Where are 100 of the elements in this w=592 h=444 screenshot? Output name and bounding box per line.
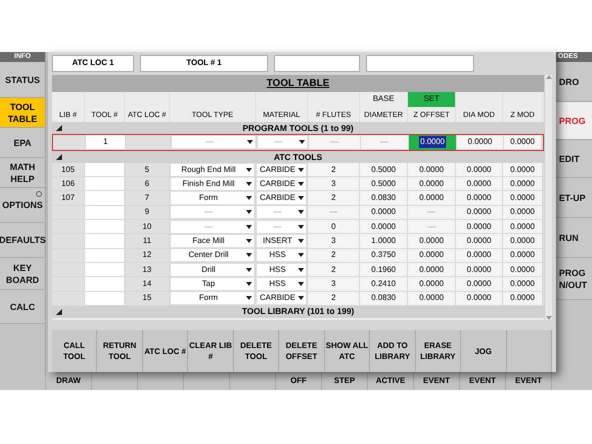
sidebar-button[interactable]: OPTIONS — [0, 188, 45, 223]
collapse-triangle-icon[interactable] — [56, 124, 62, 131]
table-cell — [85, 292, 125, 306]
sidebar-button[interactable]: MATH HELP — [0, 158, 45, 188]
z-offset-field[interactable]: 0.0000 — [409, 134, 457, 150]
toolbar-button[interactable]: DELETE TOOL — [234, 330, 280, 372]
tool-type-dropdown[interactable]: Rough End Mill — [171, 164, 254, 176]
table-cell: 0 — [308, 220, 360, 234]
sidebar-button[interactable]: STATUS — [0, 62, 45, 98]
dropdown-arrow-icon[interactable] — [246, 268, 252, 272]
dropdown-arrow-icon[interactable] — [246, 196, 252, 200]
dropdown-arrow-icon[interactable] — [246, 210, 252, 214]
dropdown-arrow-icon[interactable] — [298, 210, 304, 214]
section-bar[interactable]: PROGRAM TOOLS (1 to 99) — [52, 122, 544, 134]
table-cell: 0.0000 — [503, 292, 543, 306]
dropdown-arrow-icon[interactable] — [246, 296, 252, 300]
table-cell: — — [408, 206, 456, 220]
table-row[interactable]: 15 Form CARBIDE 2 0.0830 0.0000 0.0000 0.0000 — [52, 292, 544, 306]
selected-table-row[interactable]: 1 — — — — 0.0000 0.0000 0.0000 — [52, 134, 544, 151]
table-cell: 1.0000 — [360, 234, 408, 249]
material-dropdown[interactable]: HSS — [257, 278, 306, 290]
set-button[interactable]: SET — [408, 92, 456, 107]
mode-button[interactable]: ET-UP — [554, 178, 592, 218]
dropdown-arrow-icon[interactable] — [298, 239, 304, 243]
table-cell: 5 — [125, 162, 170, 178]
sidebar-button[interactable]: KEY BOARD — [0, 258, 45, 290]
table-row[interactable]: 14 Tap HSS 3 0.2410 0.0000 0.0000 0.0000 — [52, 277, 544, 292]
section-bar[interactable]: TOOL LIBRARY (101 to 199) — [52, 306, 544, 318]
dropdown-arrow-icon[interactable] — [246, 224, 252, 229]
table-cell: 0.0830 — [360, 191, 408, 206]
toolbar-button[interactable]: ADD TO LIBRARY — [370, 330, 416, 372]
tool-type-dropdown[interactable]: Finish End Mill — [171, 178, 254, 190]
dropdown-arrow-icon[interactable] — [299, 140, 305, 144]
dropdown-arrow-icon[interactable] — [246, 282, 252, 286]
tool-type-dropdown[interactable]: Tap — [171, 278, 254, 290]
table-row[interactable]: 106 6 Finish End Mill CARBIDE 3 0.5000 0.0000 0.0000 0.0000 — [52, 177, 544, 192]
dropdown-arrow-icon[interactable] — [247, 140, 253, 144]
toolbar-button[interactable]: ERASE LIBRARY — [416, 330, 462, 372]
table-cell: 0.0830 — [360, 292, 408, 306]
tool-type-dropdown[interactable]: Face Mill — [171, 235, 254, 247]
table-cell: 105 — [52, 162, 85, 178]
dropdown-arrow-icon[interactable] — [298, 268, 304, 272]
sidebar-button[interactable]: DEFAULTS — [0, 223, 45, 258]
dropdown-arrow-icon[interactable] — [298, 282, 304, 286]
table-row[interactable]: 107 7 Form CARBIDE 2 0.0830 0.0000 0.0000 0.0000 — [52, 191, 544, 206]
toolbar-button[interactable]: ATC LOC # — [142, 330, 188, 372]
dropdown-arrow-icon[interactable] — [298, 196, 304, 200]
table-row[interactable]: 105 5 Rough End Mill CARBIDE 2 0.5000 0.0000 0.0000 0.0000 — [52, 162, 544, 178]
collapse-triangle-icon[interactable] — [56, 308, 62, 315]
table-cell: 7 — [125, 191, 170, 206]
table-row[interactable]: 11 Face Mill INSERT 3 1.0000 0.0000 0.0000 0.0000 — [52, 234, 544, 249]
material-dropdown[interactable]: HSS — [257, 249, 306, 262]
material-dropdown[interactable]: CARBIDE — [257, 192, 306, 204]
material-dropdown[interactable]: CARBIDE — [257, 178, 306, 190]
table-row[interactable]: 12 Center Drill HSS 2 0.3750 0.0000 0.0000 0.0000 — [52, 248, 544, 263]
section-bar[interactable]: ATC TOOLS — [52, 150, 544, 163]
table-cell: — — [308, 206, 360, 220]
dropdown-arrow-icon[interactable] — [246, 239, 252, 243]
sidebar-button[interactable]: TOOL TABLE — [0, 98, 45, 128]
table-row[interactable]: 10 — — 0 0.0000 — 0.0000 0.0000 — [52, 220, 544, 234]
table-cell: — — [408, 220, 456, 234]
toolbar-button[interactable]: SHOW ALL ATC — [324, 330, 370, 372]
table-cell: 0.0000 — [503, 277, 543, 292]
tool-type-dropdown[interactable]: Drill — [171, 264, 254, 276]
table-cell — [85, 220, 125, 234]
table-cell: 0.0000 — [456, 177, 503, 192]
mode-button[interactable]: PROG — [554, 102, 592, 140]
mode-button[interactable]: EDIT — [554, 140, 592, 178]
dropdown-arrow-icon[interactable] — [298, 253, 304, 258]
dropdown-arrow-icon[interactable] — [298, 182, 304, 186]
table-cell: 0.0000 — [503, 234, 543, 249]
material-dropdown[interactable]: INSERT — [257, 235, 306, 247]
material-dropdown[interactable]: HSS — [257, 264, 306, 276]
toolbar-button[interactable]: JOG — [461, 330, 507, 372]
mode-button[interactable]: DRO — [554, 62, 592, 102]
dropdown-arrow-icon[interactable] — [246, 253, 252, 258]
dropdown-arrow-icon[interactable] — [298, 168, 304, 172]
table-row[interactable]: 13 Drill HSS 2 0.1960 0.0000 0.0000 0.0000 — [52, 262, 544, 278]
tool-type-dropdown[interactable]: Form — [171, 292, 254, 304]
toolbar-button[interactable]: RETURN TOOL — [97, 330, 143, 372]
collapse-triangle-icon[interactable] — [56, 154, 62, 160]
toolbar-button[interactable]: DELETE OFFSET — [279, 330, 325, 372]
table-row[interactable]: 9 — — — 0.0000 — 0.0000 0.0000 — [52, 206, 544, 220]
mode-button[interactable]: RUN — [554, 218, 592, 258]
dropdown-arrow-icon[interactable] — [246, 168, 252, 172]
dropdown-arrow-icon[interactable] — [298, 296, 304, 300]
tool-type-dropdown[interactable]: Form — [171, 192, 254, 204]
sidebar-button[interactable]: EPA — [0, 128, 45, 158]
toolbar-button[interactable]: CLEAR LIB # — [188, 330, 234, 372]
material-dropdown[interactable]: CARBIDE — [257, 164, 306, 176]
table-cell: 10 — [125, 220, 170, 234]
sidebar-button[interactable]: CALC — [0, 290, 45, 324]
mode-button[interactable]: PROG N/OUT — [554, 258, 592, 300]
table-title: TOOL TABLE — [266, 76, 330, 91]
material-dropdown[interactable]: CARBIDE — [257, 292, 306, 304]
toolbar-button[interactable]: CALL TOOL — [52, 330, 98, 372]
table-cell: 0.0000 — [408, 262, 456, 278]
tool-type-dropdown[interactable]: Center Drill — [171, 249, 254, 262]
dropdown-arrow-icon[interactable] — [246, 182, 252, 186]
dropdown-arrow-icon[interactable] — [298, 224, 304, 229]
